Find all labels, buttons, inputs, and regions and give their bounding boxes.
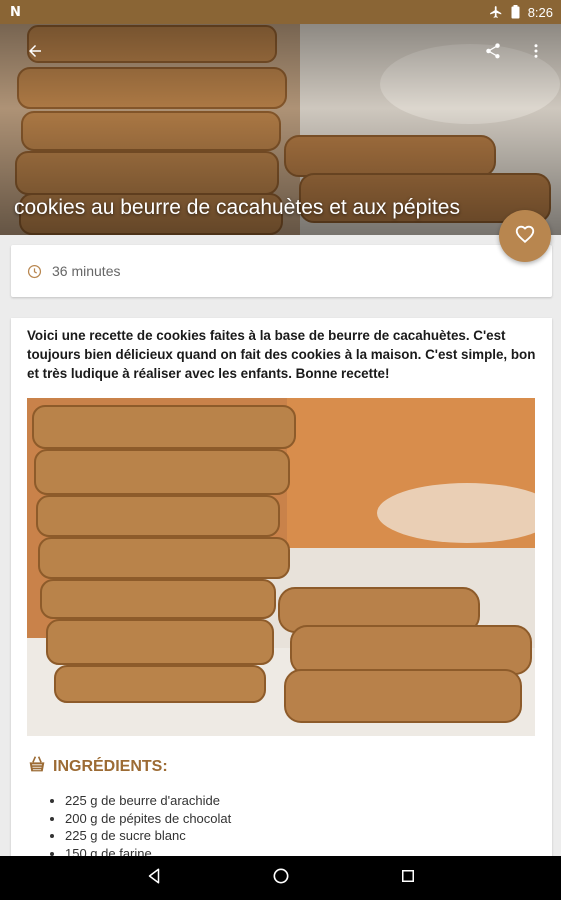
heart-icon (514, 223, 536, 250)
airplane-mode-icon (489, 5, 503, 19)
square-recents-icon (399, 867, 417, 890)
basket-icon (27, 755, 47, 778)
recipe-intro: Voici une recette de cookies faites à la… (27, 328, 536, 381)
more-vert-icon (527, 42, 545, 65)
list-item: 225 g de sucre blanc (65, 827, 552, 845)
list-item: 200 g de pépites de chocolat (65, 810, 552, 828)
favorite-button[interactable] (499, 210, 551, 262)
share-icon (484, 42, 502, 65)
prep-time: 36 minutes (52, 263, 121, 279)
ingredients-list: 225 g de beurre d'arachide 200 g de pépi… (11, 792, 552, 862)
system-nav-bar (0, 856, 561, 900)
back-button[interactable] (20, 38, 50, 68)
notification-app-icon: N (10, 4, 21, 20)
nav-recents-button[interactable] (388, 858, 428, 898)
prep-time-card: 36 minutes (11, 245, 552, 297)
status-bar: N 8:26 (0, 0, 561, 24)
arrow-left-icon (26, 42, 44, 65)
list-item: 225 g de beurre d'arachide (65, 792, 552, 810)
cookies-photo (27, 398, 535, 736)
triangle-back-icon (145, 867, 163, 890)
recipe-content-card: Voici une recette de cookies faites à la… (11, 318, 552, 878)
recipe-photo (27, 398, 535, 736)
clock-icon (27, 264, 42, 279)
share-button[interactable] (478, 38, 508, 68)
ingredients-title: INGRÉDIENTS: (53, 757, 168, 775)
nav-back-button[interactable] (134, 858, 174, 898)
ingredients-header: INGRÉDIENTS: (27, 755, 536, 778)
recipe-title: cookies au beurre de cacahuètes et aux p… (14, 196, 460, 219)
more-options-button[interactable] (521, 38, 551, 68)
status-time: 8:26 (527, 4, 553, 20)
hero-image: cookies au beurre de cacahuètes et aux p… (0, 24, 561, 235)
circle-home-icon (271, 866, 291, 891)
nav-home-button[interactable] (261, 858, 301, 898)
battery-icon (511, 5, 520, 19)
